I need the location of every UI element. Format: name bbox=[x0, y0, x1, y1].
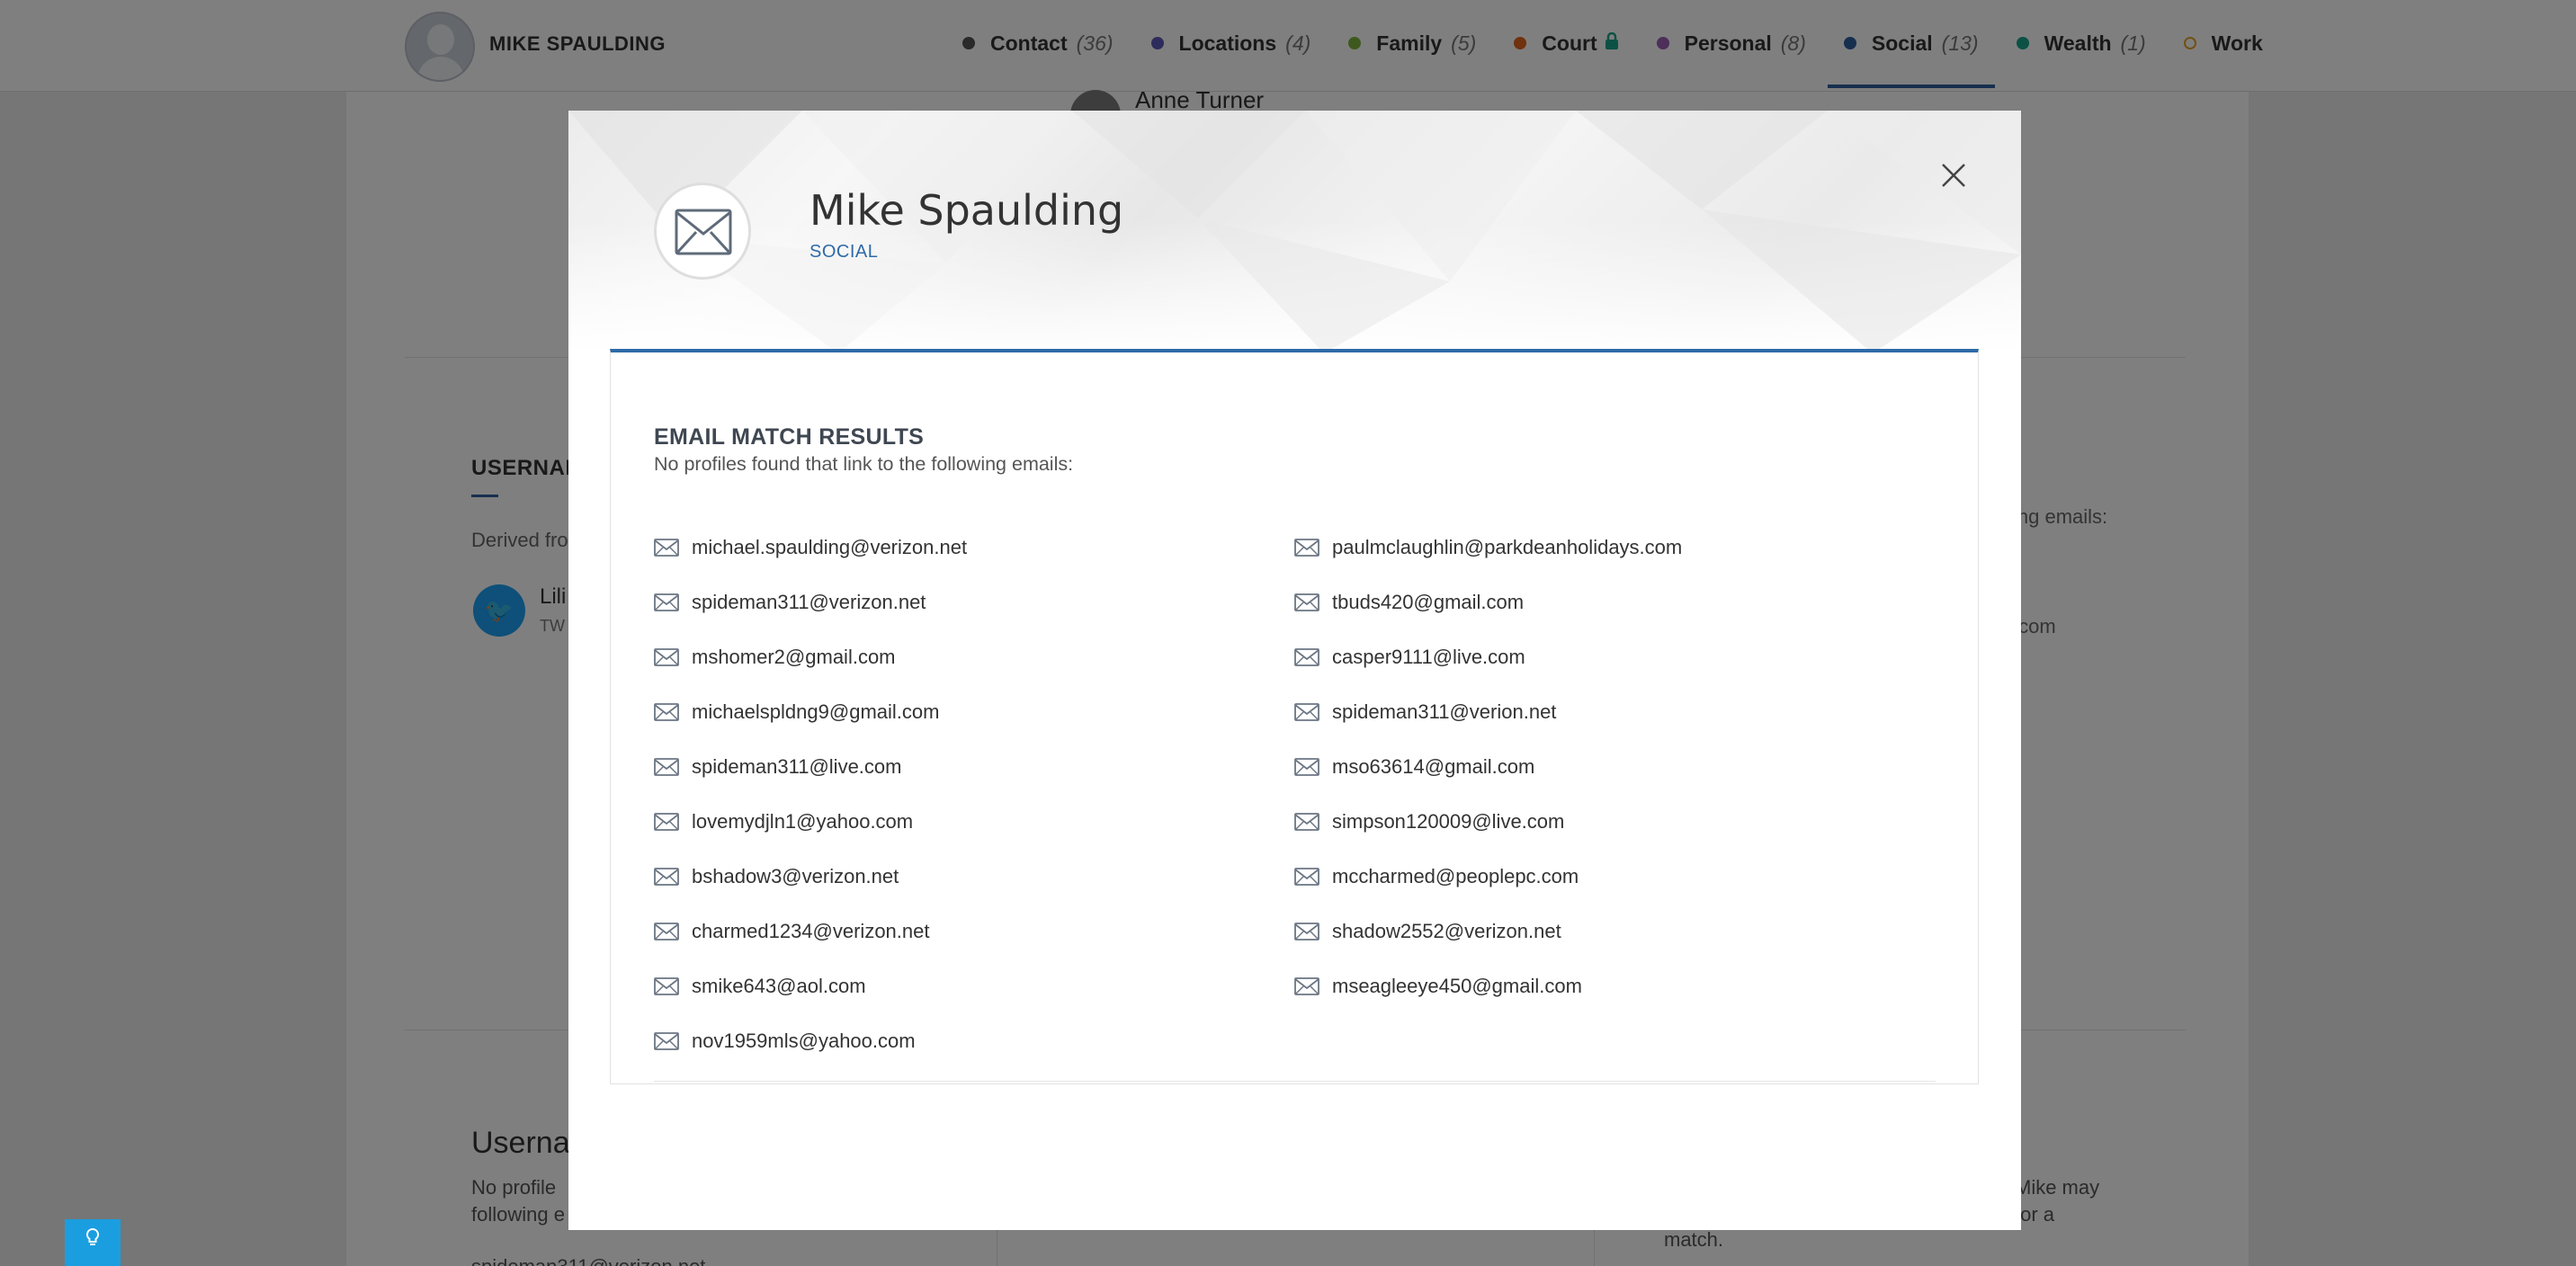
envelope-icon bbox=[1294, 702, 1332, 721]
envelope-icon bbox=[1294, 538, 1332, 557]
email-list-item: mso63614@gmail.com bbox=[1294, 739, 1682, 794]
envelope-icon bbox=[675, 209, 732, 255]
email-list-item: mccharmed@peoplepc.com bbox=[1294, 849, 1682, 904]
envelope-icon bbox=[654, 1031, 692, 1050]
envelope-icon bbox=[654, 647, 692, 666]
email-address: mccharmed@peoplepc.com bbox=[1332, 864, 1579, 887]
email-address: charmed1234@verizon.net bbox=[692, 919, 930, 942]
email-list-item: simpson120009@live.com bbox=[1294, 794, 1682, 849]
results-panel: EMAIL MATCH RESULTS No profiles found th… bbox=[610, 349, 1979, 1084]
email-address: nov1959mls@yahoo.com bbox=[692, 1029, 916, 1052]
email-list-item: charmed1234@verizon.net bbox=[654, 904, 967, 958]
results-subtitle: No profiles found that link to the follo… bbox=[654, 453, 1074, 475]
envelope-icon bbox=[1294, 976, 1332, 995]
email-address: spideman311@verizon.net bbox=[692, 590, 926, 613]
modal-title: Mike Spaulding bbox=[809, 186, 1124, 235]
divider bbox=[654, 1081, 1936, 1082]
email-address: mso63614@gmail.com bbox=[1332, 754, 1535, 778]
email-list-item: mshomer2@gmail.com bbox=[654, 629, 967, 684]
email-list-item: spideman311@live.com bbox=[654, 739, 967, 794]
email-list-item: shadow2552@verizon.net bbox=[1294, 904, 1682, 958]
envelope-icon bbox=[654, 922, 692, 941]
email-list-item: bshadow3@verizon.net bbox=[654, 849, 967, 904]
envelope-icon bbox=[654, 593, 692, 611]
envelope-icon bbox=[654, 867, 692, 886]
email-list-item: spideman311@verion.net bbox=[1294, 684, 1682, 739]
help-button[interactable] bbox=[65, 1219, 121, 1266]
envelope-icon bbox=[654, 538, 692, 557]
email-address: lovemydjln1@yahoo.com bbox=[692, 809, 914, 833]
header-pattern bbox=[568, 111, 2021, 353]
close-icon bbox=[1942, 164, 1965, 187]
email-list-item: tbuds420@gmail.com bbox=[1294, 575, 1682, 629]
envelope-avatar bbox=[654, 183, 751, 280]
email-list-item: lovemydjln1@yahoo.com bbox=[654, 794, 967, 849]
email-address: smike643@aol.com bbox=[692, 974, 866, 997]
email-list-item: paulmclaughlin@parkdeanholidays.com bbox=[1294, 520, 1682, 575]
email-match-modal: Mike Spaulding SOCIAL EMAIL MATCH RESULT… bbox=[568, 111, 2021, 1230]
email-list-item: mseagleeye450@gmail.com bbox=[1294, 958, 1682, 1013]
email-address: spideman311@verion.net bbox=[1332, 700, 1557, 723]
email-list-item: smike643@aol.com bbox=[654, 958, 967, 1013]
modal-subtitle: SOCIAL bbox=[809, 242, 879, 262]
email-list-item: nov1959mls@yahoo.com bbox=[654, 1013, 967, 1068]
email-address: mseagleeye450@gmail.com bbox=[1332, 974, 1582, 997]
lightbulb-icon bbox=[85, 1227, 101, 1253]
envelope-icon bbox=[654, 976, 692, 995]
email-address: shadow2552@verizon.net bbox=[1332, 919, 1561, 942]
email-address: michaelspldng9@gmail.com bbox=[692, 700, 940, 723]
results-title: EMAIL MATCH RESULTS bbox=[654, 424, 925, 450]
email-list-right: paulmclaughlin@parkdeanholidays.com tbuds… bbox=[1294, 520, 1682, 1013]
email-list-item: spideman311@verizon.net bbox=[654, 575, 967, 629]
modal-header: Mike Spaulding SOCIAL bbox=[568, 111, 2021, 353]
email-list-left: michael.spaulding@verizon.net spideman311… bbox=[654, 520, 967, 1068]
email-address: casper9111@live.com bbox=[1332, 645, 1525, 668]
email-list-item: casper9111@live.com bbox=[1294, 629, 1682, 684]
envelope-icon bbox=[1294, 647, 1332, 666]
email-address: simpson120009@live.com bbox=[1332, 809, 1565, 833]
email-address: michael.spaulding@verizon.net bbox=[692, 535, 968, 558]
envelope-icon bbox=[654, 812, 692, 831]
envelope-icon bbox=[1294, 812, 1332, 831]
email-address: paulmclaughlin@parkdeanholidays.com bbox=[1332, 535, 1683, 558]
email-address: tbuds420@gmail.com bbox=[1332, 590, 1525, 613]
close-button[interactable] bbox=[1936, 157, 1972, 193]
email-list-item: michael.spaulding@verizon.net bbox=[654, 520, 967, 575]
email-address: mshomer2@gmail.com bbox=[692, 645, 896, 668]
email-address: spideman311@live.com bbox=[692, 754, 902, 778]
email-list-item: michaelspldng9@gmail.com bbox=[654, 684, 967, 739]
envelope-icon bbox=[1294, 867, 1332, 886]
envelope-icon bbox=[1294, 922, 1332, 941]
envelope-icon bbox=[654, 702, 692, 721]
envelope-icon bbox=[1294, 757, 1332, 776]
envelope-icon bbox=[654, 757, 692, 776]
email-address: bshadow3@verizon.net bbox=[692, 864, 899, 887]
envelope-icon bbox=[1294, 593, 1332, 611]
